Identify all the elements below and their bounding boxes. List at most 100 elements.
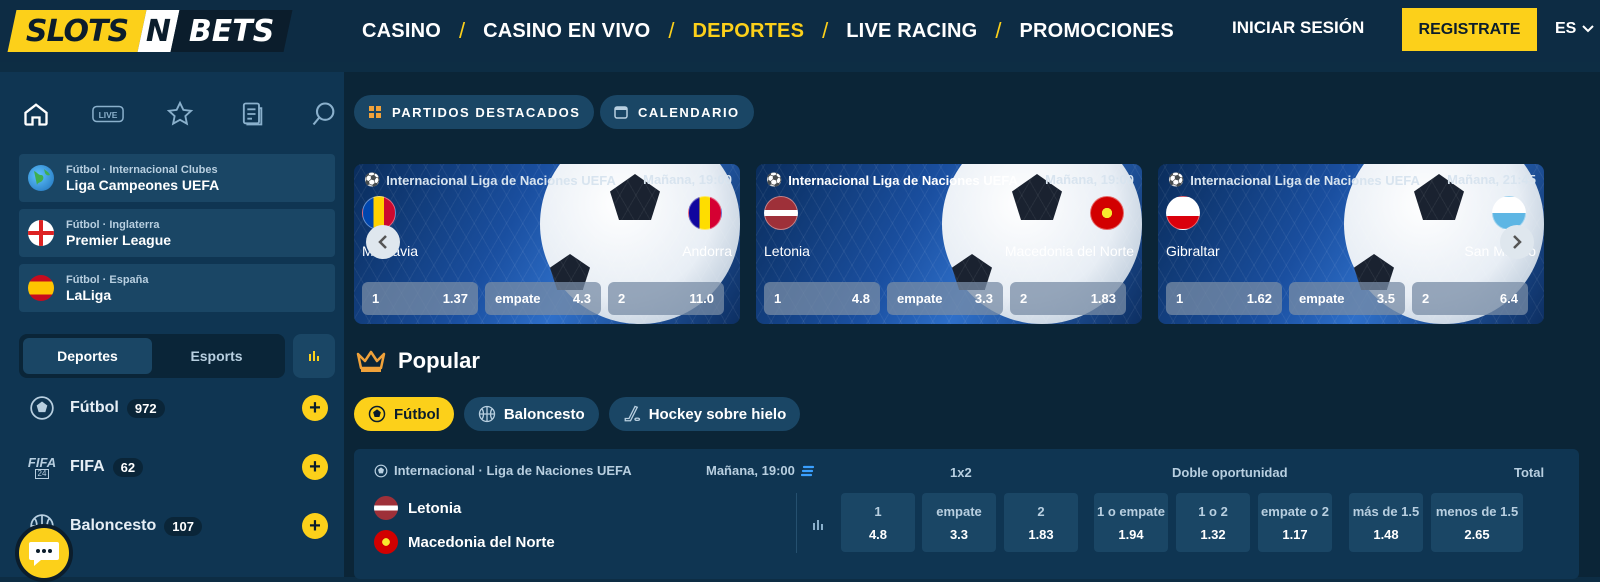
popular-heading: Popular bbox=[356, 348, 480, 374]
login-button[interactable]: INICIAR SESIÓN bbox=[1232, 18, 1364, 38]
chevron-down-icon bbox=[1582, 25, 1595, 33]
odd-cell[interactable]: 1 4.8 bbox=[841, 493, 915, 552]
stats-icon[interactable] bbox=[812, 518, 826, 530]
sport-name: FIFA bbox=[70, 458, 105, 475]
add-icon[interactable]: + bbox=[302, 513, 328, 539]
odd-cell[interactable]: empate 3.3 bbox=[922, 493, 996, 552]
odd-button[interactable]: 2 1.83 bbox=[1010, 282, 1126, 315]
nav-casino-en-vivo[interactable]: CASINO EN VIVO bbox=[483, 20, 650, 43]
card-header: ⚽ Internacional Liga de Naciones UEFA Mañ… bbox=[364, 172, 732, 188]
sidebar-league-premier[interactable]: Fútbol · Inglaterra Premier League bbox=[19, 209, 335, 257]
odd-button[interactable]: empate 4.3 bbox=[485, 282, 601, 315]
logo-bets: BETS bbox=[170, 10, 294, 52]
card-league-text: Internacional Liga de Naciones UEFA bbox=[386, 172, 616, 188]
live-stream-icon bbox=[800, 465, 814, 476]
odd-label: 1 bbox=[874, 503, 882, 519]
odd-value: 1.83 bbox=[1090, 291, 1116, 306]
register-button[interactable]: REGISTRATE bbox=[1402, 8, 1537, 51]
odd-value: 1.83 bbox=[1028, 526, 1054, 542]
add-icon[interactable]: + bbox=[302, 395, 328, 421]
language-selector[interactable]: ES bbox=[1555, 20, 1595, 38]
odd-button[interactable]: 2 11.0 bbox=[608, 282, 724, 315]
nav-separator: / bbox=[822, 18, 829, 43]
odd-button[interactable]: 1 4.8 bbox=[764, 282, 880, 315]
sidebar-league-champions[interactable]: Fútbol · Internacional Clubes Liga Campe… bbox=[19, 154, 335, 202]
nav-promociones[interactable]: PROMOCIONES bbox=[1020, 20, 1174, 43]
filter-label: Baloncesto bbox=[503, 405, 585, 423]
sport-item-fifa[interactable]: FIFA 24 FIFA 62 + bbox=[28, 452, 328, 482]
nav-deportes[interactable]: DEPORTES bbox=[693, 20, 805, 43]
odd-value: 1.94 bbox=[1118, 526, 1144, 542]
odd-button[interactable]: 2 6.4 bbox=[1412, 282, 1528, 315]
north-macedonia-flag-icon bbox=[374, 530, 398, 554]
card-league-text: Internacional Liga de Naciones UEFA bbox=[788, 172, 1018, 188]
logo-n-text: N bbox=[146, 13, 172, 49]
odd-value: 3.3 bbox=[949, 526, 969, 542]
match-league: Internacional · Liga de Naciones UEFA bbox=[374, 463, 632, 478]
odd-value: 4.8 bbox=[868, 526, 888, 542]
fifa-icon: FIFA 24 bbox=[28, 453, 56, 481]
sport-item-baloncesto[interactable]: Baloncesto 107 + bbox=[28, 511, 328, 541]
sidebar-league-laliga[interactable]: Fútbol · España LaLiga bbox=[19, 264, 335, 312]
add-icon[interactable]: + bbox=[302, 454, 328, 480]
sidebar-icon-bar: LIVE bbox=[20, 98, 340, 130]
tab-partidos-destacados[interactable]: PARTIDOS DESTACADOS bbox=[354, 95, 595, 129]
league-text: Fútbol · España LaLiga bbox=[66, 273, 149, 304]
live-icon[interactable]: LIVE bbox=[92, 98, 124, 130]
odd-cell[interactable]: más de 1.5 1.48 bbox=[1349, 493, 1423, 552]
stats-button[interactable] bbox=[293, 334, 335, 378]
featured-match-card[interactable]: ⚽ Internacional Liga de Naciones UEFA Mañ… bbox=[354, 164, 740, 324]
odd-button[interactable]: 1 1.62 bbox=[1166, 282, 1282, 315]
odd-button[interactable]: 1 1.37 bbox=[362, 282, 478, 315]
home-icon[interactable] bbox=[20, 98, 52, 130]
logo[interactable]: SLOTS N BETS bbox=[2, 8, 302, 54]
league-name: Liga Campeones UEFA bbox=[66, 176, 220, 193]
prev-arrow-button[interactable] bbox=[366, 225, 400, 259]
odd-label: 2 bbox=[618, 291, 626, 306]
sport-count: 972 bbox=[126, 398, 165, 418]
filter-baloncesto[interactable]: Baloncesto bbox=[463, 397, 599, 431]
odd-value: 1.62 bbox=[1246, 291, 1272, 306]
soccer-ball-icon: ⚽ bbox=[1168, 172, 1185, 187]
odd-button[interactable]: empate 3.5 bbox=[1289, 282, 1405, 315]
odd-label: 2 bbox=[1037, 503, 1045, 519]
odd-cell[interactable]: 1 o 2 1.32 bbox=[1176, 493, 1250, 552]
featured-match-card[interactable]: ⚽ Internacional Liga de Naciones UEFA Mañ… bbox=[1158, 164, 1544, 324]
basketball-icon bbox=[478, 405, 496, 423]
home-team-row: Letonia bbox=[374, 496, 461, 520]
odd-button[interactable]: empate 3.3 bbox=[887, 282, 1003, 315]
match-row[interactable]: Internacional · Liga de Naciones UEFA Ma… bbox=[354, 449, 1579, 579]
nav-casino[interactable]: CASINO bbox=[362, 20, 441, 43]
star-icon[interactable] bbox=[164, 98, 196, 130]
filter-hockey[interactable]: Hockey sobre hielo bbox=[608, 397, 801, 431]
odd-cell[interactable]: 1 o empate 1.94 bbox=[1094, 493, 1168, 552]
home-team: Gibraltar bbox=[1166, 243, 1220, 259]
betslip-icon[interactable] bbox=[236, 98, 268, 130]
spain-flag-icon bbox=[28, 275, 54, 301]
logo-slots: SLOTS bbox=[7, 10, 147, 52]
odd-cell[interactable]: 2 1.83 bbox=[1004, 493, 1078, 552]
tab-calendario[interactable]: CALENDARIO bbox=[600, 95, 754, 129]
away-team-row: Macedonia del Norte bbox=[374, 530, 555, 554]
odd-label: empate bbox=[495, 291, 541, 306]
featured-match-card[interactable]: ⚽ Internacional Liga de Naciones UEFA Mañ… bbox=[756, 164, 1142, 324]
card-header: ⚽ Internacional Liga de Naciones UEFA Mañ… bbox=[1168, 172, 1536, 188]
soccer-ball-icon: ⚽ bbox=[766, 172, 783, 187]
odd-value: 1.32 bbox=[1200, 526, 1226, 542]
chat-button[interactable] bbox=[15, 524, 73, 582]
nav-live-racing[interactable]: LIVE RACING bbox=[846, 20, 977, 43]
sport-item-futbol[interactable]: Fútbol 972 + bbox=[28, 393, 328, 423]
filter-futbol[interactable]: Fútbol bbox=[354, 397, 454, 431]
next-arrow-button[interactable] bbox=[1500, 225, 1534, 259]
tab-deportes[interactable]: Deportes bbox=[23, 338, 152, 374]
card-header: ⚽ Internacional Liga de Naciones UEFA Mañ… bbox=[766, 172, 1134, 188]
nav-separator: / bbox=[458, 18, 466, 43]
odd-label: 1 bbox=[372, 291, 380, 306]
odd-cell[interactable]: menos de 1.5 2.65 bbox=[1431, 493, 1523, 552]
tab-esports[interactable]: Esports bbox=[152, 338, 281, 374]
odd-cell[interactable]: empate o 2 1.17 bbox=[1258, 493, 1332, 552]
league-sub: Fútbol · Inglaterra bbox=[66, 218, 160, 231]
search-icon[interactable] bbox=[308, 98, 340, 130]
latvia-flag-icon bbox=[374, 496, 398, 520]
popular-title: Popular bbox=[398, 348, 480, 373]
